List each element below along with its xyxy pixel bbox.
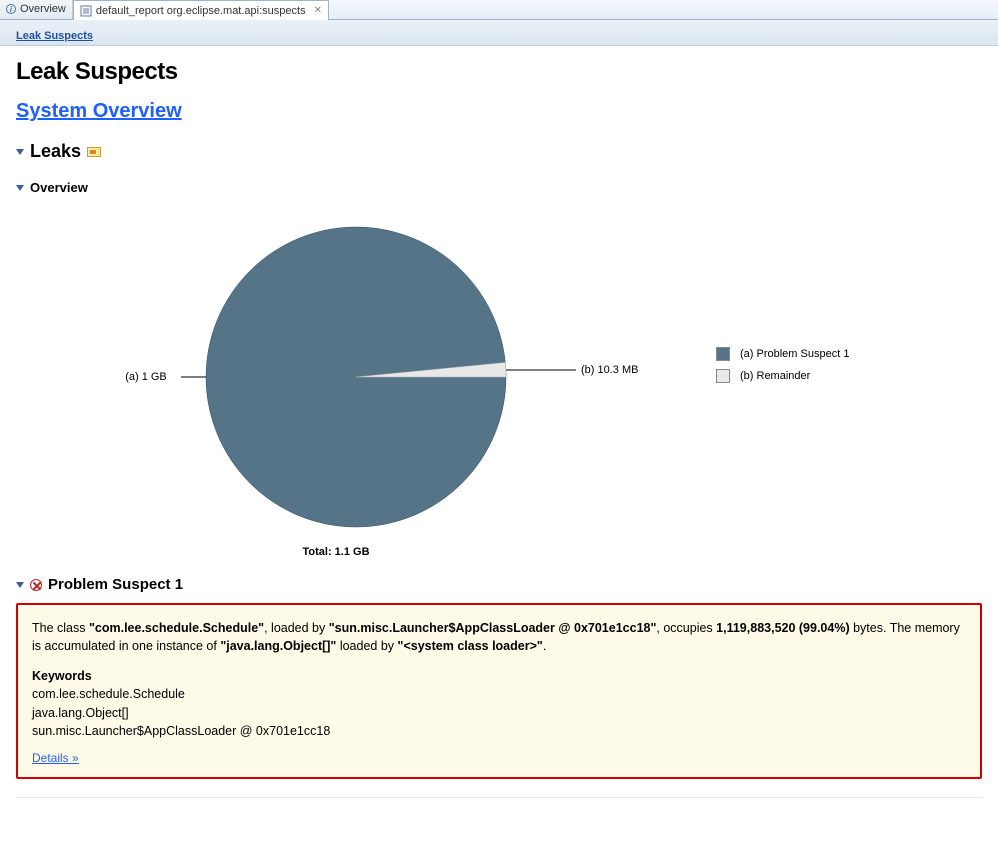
breadcrumb-leak-suspects[interactable]: Leak Suspects <box>16 30 93 42</box>
keyword-line: java.lang.Object[] <box>32 704 966 722</box>
tab-overview[interactable]: i Overview <box>0 0 73 19</box>
pie-label-b: (b) 10.3 MB <box>581 364 638 376</box>
tab-label: Overview <box>20 3 66 15</box>
report-icon <box>80 5 92 17</box>
details-link[interactable]: Details » <box>32 750 79 767</box>
report-content: Leak Suspects System Overview Leaks Over… <box>0 46 998 818</box>
section-header-overview[interactable]: Overview <box>16 180 982 195</box>
info-icon: i <box>6 4 16 14</box>
twistie-down-icon <box>16 582 24 588</box>
twistie-down-icon <box>16 185 24 191</box>
pie-chart-container: (a) 1 GB (b) 10.3 MB Total: 1.1 GB (a) P… <box>16 207 982 558</box>
leaks-icon <box>87 147 101 157</box>
system-overview-link[interactable]: System Overview <box>16 100 182 122</box>
section-header-leaks[interactable]: Leaks <box>16 141 982 162</box>
legend-item-b: (b) Remainder <box>716 369 849 383</box>
error-icon <box>30 579 42 591</box>
section-leaks: Leaks <box>16 141 982 162</box>
section-problem-suspect-1: Problem Suspect 1 The class "com.lee.sch… <box>16 576 982 779</box>
tab-default-report[interactable]: default_report org.eclipse.mat.api:suspe… <box>73 0 329 20</box>
divider <box>16 797 982 798</box>
legend-label: (a) Problem Suspect 1 <box>740 348 849 360</box>
section-overview: Overview (a) 1 GB (b) 10.3 MB Total: 1.1… <box>16 180 982 558</box>
problem-suspect-box: The class "com.lee.schedule.Schedule", l… <box>16 603 982 779</box>
pie-label-a: (a) 1 GB <box>125 371 167 383</box>
breadcrumb-band: Leak Suspects <box>0 20 998 46</box>
keyword-line: sun.misc.Launcher$AppClassLoader @ 0x701… <box>32 722 966 740</box>
pie-chart: (a) 1 GB (b) 10.3 MB Total: 1.1 GB <box>16 207 656 558</box>
legend-swatch-icon <box>716 347 730 361</box>
keyword-line: com.lee.schedule.Schedule <box>32 685 966 703</box>
legend-swatch-icon <box>716 369 730 383</box>
editor-tab-bar: i Overview default_report org.eclipse.ma… <box>0 0 998 20</box>
problem-description: The class "com.lee.schedule.Schedule", l… <box>32 619 966 655</box>
section-label: Leaks <box>30 141 81 162</box>
chart-total-label: Total: 1.1 GB <box>16 546 656 558</box>
keywords-heading: Keywords <box>32 667 966 685</box>
twistie-down-icon <box>16 149 24 155</box>
legend-label: (b) Remainder <box>740 370 810 382</box>
chart-legend: (a) Problem Suspect 1 (b) Remainder <box>716 347 849 391</box>
close-icon[interactable]: ✕ <box>314 5 322 16</box>
legend-item-a: (a) Problem Suspect 1 <box>716 347 849 361</box>
section-label: Overview <box>30 180 88 195</box>
page-title: Leak Suspects <box>16 58 982 86</box>
section-header-problem-suspect-1[interactable]: Problem Suspect 1 <box>16 576 982 593</box>
section-label: Problem Suspect 1 <box>48 576 183 593</box>
tab-label: default_report org.eclipse.mat.api:suspe… <box>96 5 306 17</box>
